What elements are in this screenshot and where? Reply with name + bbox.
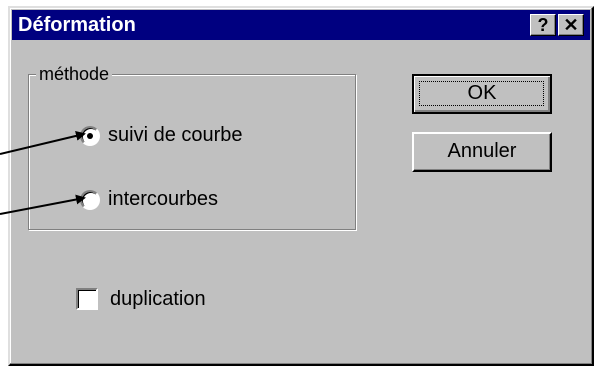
radio-suivi-de-courbe[interactable] — [80, 126, 100, 146]
duplication-checkbox[interactable] — [76, 288, 98, 310]
title-bar: Déformation ? ✕ — [12, 10, 590, 40]
radio-intercourbes-label[interactable]: intercourbes — [108, 188, 218, 210]
ok-button[interactable]: OK — [412, 74, 552, 114]
dialog-title: Déformation — [18, 14, 136, 36]
radio-suivi-de-courbe-label[interactable]: suivi de courbe — [108, 124, 243, 146]
focus-rectangle — [419, 81, 544, 106]
help-button[interactable]: ? — [530, 14, 556, 36]
method-group-label: méthode — [36, 64, 113, 84]
radio-intercourbes[interactable] — [80, 190, 100, 210]
close-button[interactable]: ✕ — [558, 14, 584, 36]
cancel-button-label: Annuler — [447, 140, 517, 162]
duplication-label[interactable]: duplication — [110, 288, 206, 310]
cancel-button[interactable]: Annuler — [412, 132, 552, 172]
